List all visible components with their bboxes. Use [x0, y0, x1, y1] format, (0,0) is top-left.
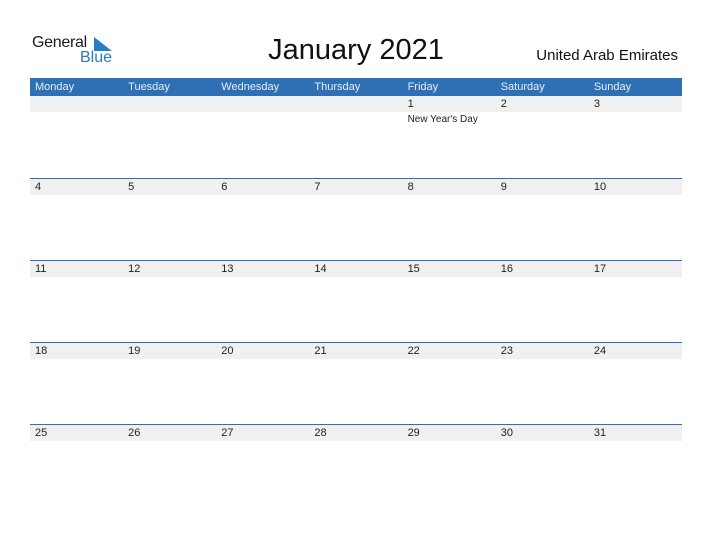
day-number: 7: [314, 181, 321, 193]
day-number: [309, 96, 402, 112]
weekday-saturday: Saturday: [500, 81, 545, 93]
date-number-row: 4 5 6 7 8 9 10: [30, 179, 682, 195]
event-row: [30, 359, 682, 361]
weekday-friday: Friday: [407, 81, 439, 93]
day-event: [309, 277, 402, 279]
weekday-tuesday: Tuesday: [128, 81, 170, 93]
week-row: 4 5 6 7 8 9 10: [30, 178, 682, 260]
day-event: [496, 441, 589, 443]
day-event: [216, 195, 309, 197]
day-event: [309, 112, 402, 125]
day-event: [309, 441, 402, 443]
day-number: 19: [128, 345, 141, 357]
day-number: 23: [500, 345, 513, 357]
day-number: 25: [35, 427, 48, 439]
day-event: [123, 359, 216, 361]
day-event: [123, 195, 216, 197]
date-number-row: 25 26 27 28 29 30 31: [30, 425, 682, 441]
day-event: [496, 277, 589, 279]
day-event: [216, 441, 309, 443]
day-event: [309, 195, 402, 197]
day-event: [403, 277, 496, 279]
day-number: 15: [407, 263, 420, 275]
day-number: 22: [407, 345, 420, 357]
day-number: 29: [407, 427, 420, 439]
day-number: 27: [221, 427, 234, 439]
event-row: New Year's Day: [30, 112, 682, 125]
day-event: [403, 441, 496, 443]
day-number: 11: [35, 263, 47, 275]
day-number: 2: [500, 98, 507, 110]
day-event: [30, 441, 123, 443]
weekday-wednesday: Wednesday: [221, 81, 280, 93]
weekday-thursday: Thursday: [314, 81, 361, 93]
date-number-row: 11 12 13 14 15 16 17: [30, 261, 682, 277]
day-event: [123, 277, 216, 279]
day-number: [30, 96, 123, 112]
day-number: 28: [314, 427, 327, 439]
day-number: 31: [593, 427, 607, 439]
day-event: [589, 441, 682, 443]
event-row: [30, 441, 682, 443]
day-number: 5: [128, 181, 135, 193]
day-number: 21: [314, 345, 327, 357]
week-row: 1 2 3 New Year's Day: [30, 96, 682, 178]
day-event: [403, 195, 496, 197]
day-event: [30, 359, 123, 361]
day-number: [123, 96, 216, 112]
day-event: [30, 277, 123, 279]
day-event: [589, 359, 682, 361]
day-number: 13: [221, 263, 234, 275]
day-event: [30, 112, 123, 125]
day-number: 14: [314, 263, 327, 275]
day-number: 4: [35, 181, 42, 193]
day-event: [496, 359, 589, 361]
day-event: [403, 359, 496, 361]
day-number: 24: [593, 345, 607, 357]
day-number: 20: [221, 345, 234, 357]
week-row: 11 12 13 14 15 16 17: [30, 260, 682, 342]
country-label: United Arab Emirates: [536, 47, 678, 64]
day-number: 18: [35, 345, 48, 357]
day-event: [589, 112, 682, 125]
day-number: 3: [593, 98, 600, 110]
event-row: [30, 277, 682, 279]
day-event: [30, 195, 123, 197]
day-event: [216, 112, 309, 125]
week-row: 25 26 27 28 29 30 31: [30, 424, 682, 506]
date-number-row: 18 19 20 21 22 23 24: [30, 343, 682, 359]
day-number: 9: [500, 181, 507, 193]
weekday-monday: Monday: [35, 81, 75, 93]
day-event: [589, 277, 682, 279]
day-event: [589, 195, 682, 197]
day-event: [496, 112, 589, 125]
date-number-row: 1 2 3: [30, 96, 682, 112]
day-number: [216, 96, 309, 112]
day-event: [123, 441, 216, 443]
day-number: 8: [407, 181, 414, 193]
day-number: 10: [593, 181, 607, 193]
event-row: [30, 195, 682, 197]
day-event: [496, 195, 589, 197]
day-number: 12: [128, 263, 141, 275]
day-number: 17: [593, 263, 607, 275]
day-event: [216, 359, 309, 361]
day-number: 1: [407, 98, 414, 110]
day-number: 30: [500, 427, 513, 439]
day-event: [123, 112, 216, 125]
weekday-sunday: Sunday: [593, 81, 632, 93]
day-event: [216, 277, 309, 279]
weekday-header: Monday Tuesday Wednesday Thursday Friday Satu…: [30, 78, 682, 96]
day-event: [309, 359, 402, 361]
day-number: 26: [128, 427, 141, 439]
day-number: 6: [221, 181, 228, 193]
week-row: 18 19 20 21 22 23 24: [30, 342, 682, 424]
day-number: 16: [500, 263, 513, 275]
day-event: New Year's Day: [407, 114, 478, 125]
calendar-grid: Monday Tuesday Wednesday Thursday Friday Satu…: [30, 78, 682, 506]
